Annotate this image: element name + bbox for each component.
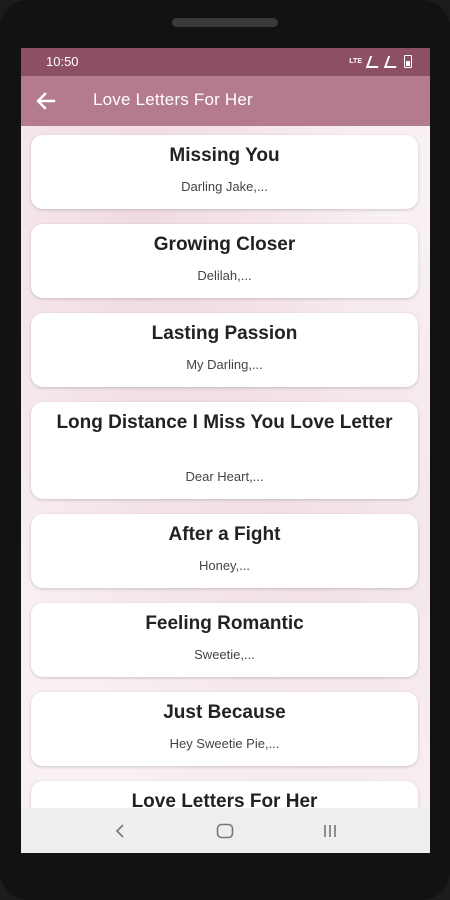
letter-preview: Honey,... xyxy=(198,558,251,573)
app-bar: Love Letters For Her xyxy=(21,76,430,126)
letters-list[interactable]: Missing You Darling Jake,... Growing Clo… xyxy=(21,126,430,808)
nav-back-icon xyxy=(115,824,124,838)
letter-title: Feeling Romantic xyxy=(145,613,304,634)
system-nav-bar xyxy=(21,808,430,853)
letter-title: After a Fight xyxy=(168,524,281,545)
letter-preview: Dear Heart,... xyxy=(185,469,264,484)
letter-card[interactable]: Feeling Romantic Sweetie,... xyxy=(31,603,418,677)
letter-title: Growing Closer xyxy=(153,234,296,255)
letter-preview: Sweetie,... xyxy=(194,647,255,662)
letter-title: Long Distance I Miss You Love Letter xyxy=(56,412,393,433)
status-bar: 10:50 LTE xyxy=(21,48,430,76)
letter-title: Love Letters For Her xyxy=(131,791,318,808)
signal-icon xyxy=(383,55,401,68)
letter-card[interactable]: Growing Closer Delilah,... xyxy=(31,224,418,298)
letter-card[interactable]: Lasting Passion My Darling,... xyxy=(31,313,418,387)
back-button[interactable] xyxy=(33,89,59,113)
arrow-left-icon xyxy=(36,92,56,110)
lte-icon: LTE xyxy=(349,58,362,65)
status-time: 10:50 xyxy=(46,54,79,69)
nav-home-icon xyxy=(216,823,234,839)
letter-preview: Delilah,... xyxy=(197,268,252,283)
status-icons: LTE xyxy=(349,55,412,68)
screen: 10:50 LTE Love Letters For Her Missing Y… xyxy=(21,48,430,853)
battery-icon xyxy=(404,55,412,68)
speaker-grille xyxy=(172,18,278,27)
letter-preview: My Darling,... xyxy=(186,357,263,372)
letter-card[interactable]: Missing You Darling Jake,... xyxy=(31,135,418,209)
letter-preview: Darling Jake,... xyxy=(181,179,268,194)
nav-recents-icon xyxy=(324,825,336,837)
nav-recents-button[interactable] xyxy=(318,819,342,843)
letter-title: Missing You xyxy=(169,145,280,166)
phone-frame: 10:50 LTE Love Letters For Her Missing Y… xyxy=(0,0,450,900)
wifi-icon xyxy=(365,55,383,68)
letter-title: Just Because xyxy=(163,702,286,723)
nav-home-button[interactable] xyxy=(213,819,237,843)
letter-card[interactable]: Just Because Hey Sweetie Pie,... xyxy=(31,692,418,766)
nav-back-button[interactable] xyxy=(108,819,132,843)
letter-card[interactable]: After a Fight Honey,... xyxy=(31,514,418,588)
letter-preview: Hey Sweetie Pie,... xyxy=(169,736,280,751)
letter-title: Lasting Passion xyxy=(151,323,298,344)
letter-card[interactable]: Long Distance I Miss You Love Letter Dea… xyxy=(31,402,418,499)
letter-card[interactable]: Love Letters For Her xyxy=(31,781,418,808)
page-title: Love Letters For Her xyxy=(93,90,253,109)
